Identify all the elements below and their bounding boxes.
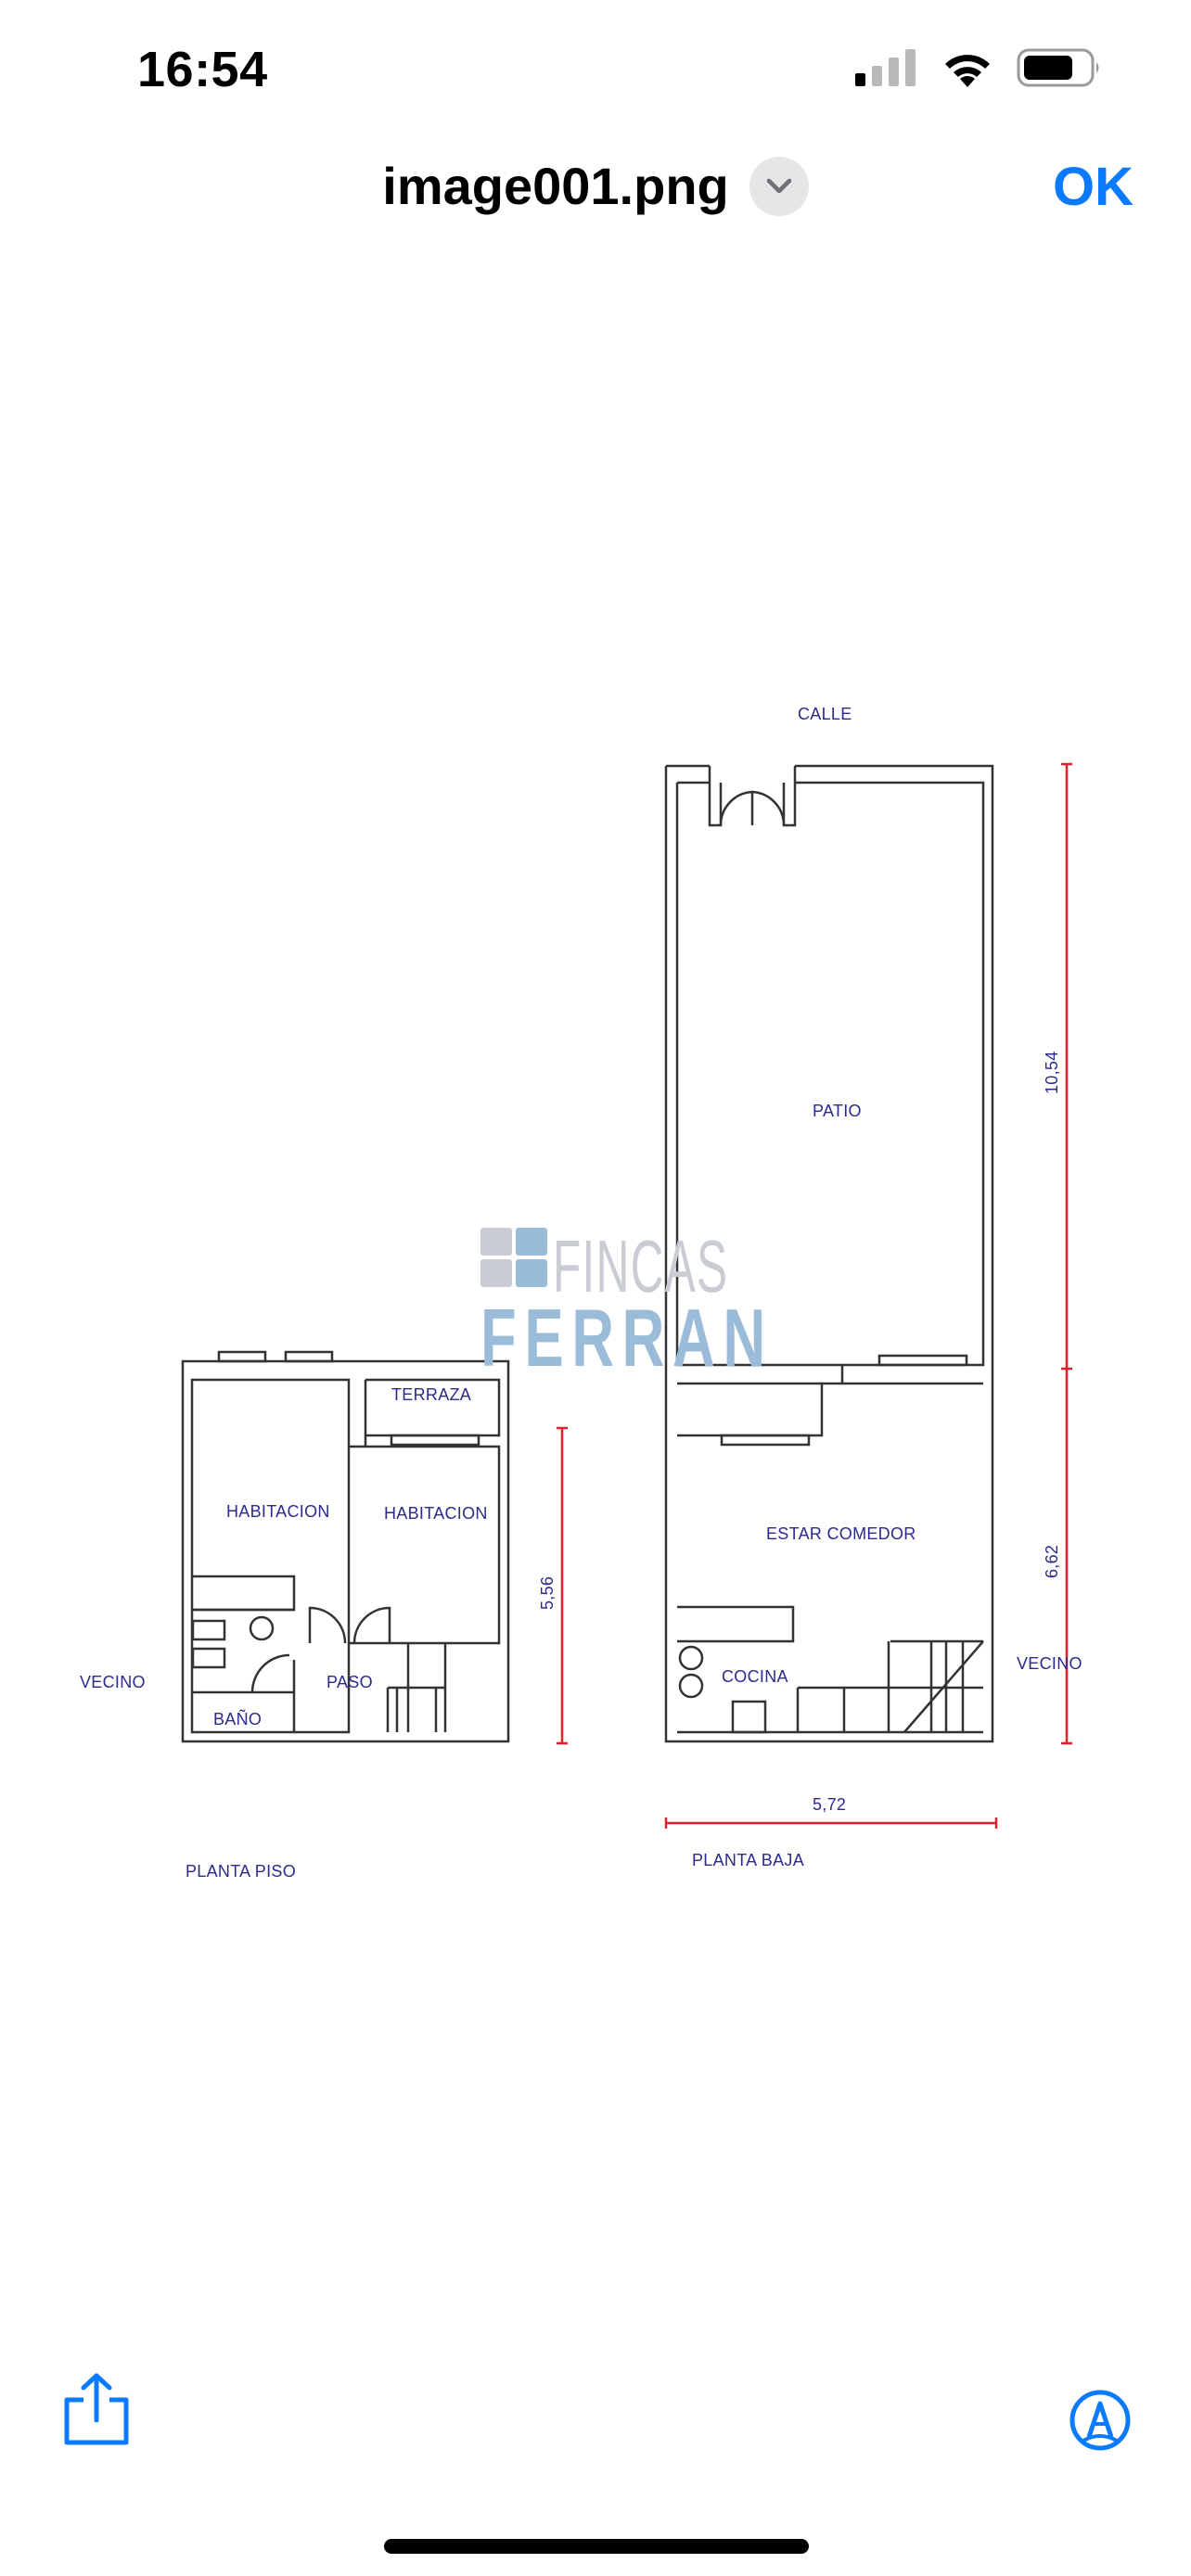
- ok-button[interactable]: OK: [1053, 156, 1133, 218]
- room-label-cocina: COCINA: [722, 1667, 788, 1686]
- room-label-bano: BAÑO: [213, 1710, 263, 1728]
- dimension-width: 5,72: [813, 1795, 847, 1814]
- share-button[interactable]: [61, 2372, 132, 2446]
- room-label-habitacion-2: HABITACION: [384, 1504, 488, 1523]
- status-time: 16:54: [137, 42, 268, 97]
- home-indicator[interactable]: [384, 2539, 809, 2554]
- status-icons: [855, 48, 1102, 87]
- title-menu-button[interactable]: [749, 156, 809, 216]
- cellular-signal-icon: [855, 49, 916, 86]
- neighbor-label-left: VECINO: [80, 1673, 146, 1691]
- share-icon: [64, 2373, 129, 2445]
- markup-icon: [1069, 2390, 1131, 2451]
- dimension-upper-length: 5,56: [538, 1575, 557, 1610]
- document-title: image001.png: [382, 157, 729, 215]
- chevron-down-icon: [766, 178, 791, 193]
- room-label-paso: PASO: [327, 1673, 373, 1691]
- room-label-estar-comedor: ESTAR COMEDOR: [766, 1524, 916, 1543]
- nav-title-group[interactable]: image001.png: [0, 156, 1191, 216]
- room-label-habitacion-1: HABITACION: [226, 1502, 330, 1521]
- floor-label-upper: PLANTA PISO: [186, 1862, 297, 1881]
- floor-label-ground: PLANTA BAJA: [692, 1851, 805, 1869]
- dimension-ground-length: 6,62: [1043, 1544, 1061, 1578]
- markup-button[interactable]: [1069, 2389, 1132, 2452]
- battery-icon: [1017, 48, 1099, 87]
- room-label-patio: PATIO: [813, 1102, 862, 1120]
- room-label-terraza: TERRAZA: [391, 1385, 472, 1404]
- floor-plan-image: FINCAS FERRAN CALLE PATIO TERRAZA HABITA…: [0, 593, 1191, 1947]
- dimension-patio-length: 10,54: [1043, 1051, 1061, 1094]
- logo-squares-icon: [480, 1228, 547, 1287]
- neighbor-label-right: VECINO: [1017, 1654, 1082, 1673]
- wifi-icon: [945, 55, 990, 87]
- street-label: CALLE: [798, 705, 852, 723]
- watermark-bottom-text: FERRAN: [480, 1292, 774, 1384]
